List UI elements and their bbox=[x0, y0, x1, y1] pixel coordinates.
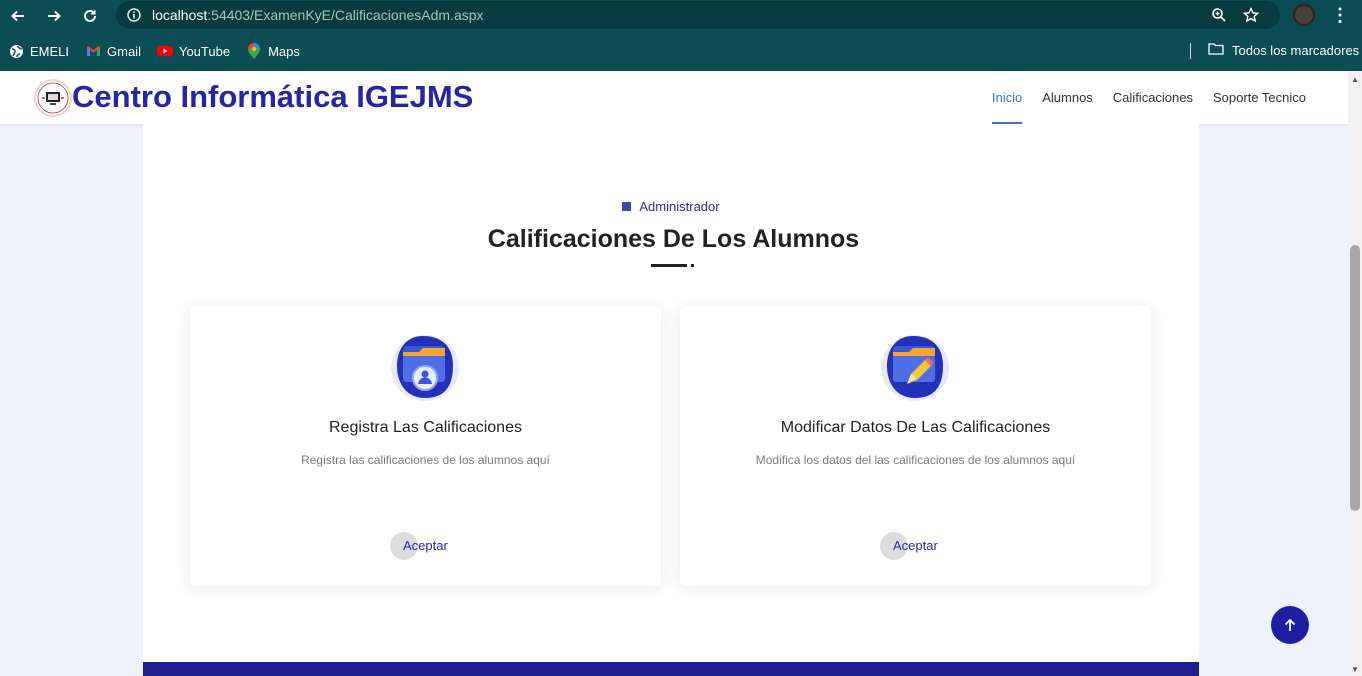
nav-soporte-tecnico[interactable]: Soporte Tecnico bbox=[1213, 71, 1306, 124]
all-bookmarks[interactable]: Todos los marcadores bbox=[1208, 42, 1359, 58]
url-text: localhost:54403/ExamenKyE/Calificaciones… bbox=[152, 7, 484, 23]
menu-kebab-icon[interactable]: ⋮ bbox=[1330, 5, 1350, 25]
bookmark-gmail[interactable]: Gmail bbox=[85, 43, 141, 59]
card-description: Registra las calificaciones de los alumn… bbox=[301, 453, 550, 467]
card-registra-calificaciones: Registra Las Calificaciones Registra las… bbox=[190, 306, 661, 586]
bookmark-youtube[interactable]: YouTube bbox=[156, 43, 230, 59]
address-bar[interactable]: localhost:54403/ExamenKyE/Calificaciones… bbox=[116, 1, 1280, 29]
aceptar-button[interactable]: Aceptar bbox=[880, 532, 938, 560]
card-description: Modifica los datos del las calificacione… bbox=[755, 453, 1076, 467]
square-icon bbox=[622, 202, 632, 212]
folder-edit-icon bbox=[879, 330, 951, 402]
scroll-up-icon[interactable]: ▲ bbox=[1351, 75, 1359, 84]
scroll-thumb[interactable] bbox=[1350, 245, 1360, 511]
title-underline bbox=[651, 264, 687, 267]
maps-icon bbox=[246, 43, 262, 59]
card-title: Modificar Datos De Las Calificaciones bbox=[780, 419, 1051, 436]
bookmark-emeli[interactable]: EMELI bbox=[8, 43, 69, 59]
nav-calificaciones[interactable]: Calificaciones bbox=[1113, 71, 1193, 124]
section-eyebrow: Administrador bbox=[143, 199, 1199, 214]
scroll-down-icon[interactable]: ▼ bbox=[1351, 665, 1359, 674]
youtube-icon bbox=[156, 43, 173, 59]
forward-icon[interactable] bbox=[36, 0, 72, 31]
footer-band bbox=[143, 662, 1199, 676]
profile-avatar[interactable] bbox=[1293, 4, 1315, 26]
site-logo[interactable] bbox=[34, 79, 72, 117]
main-nav: Inicio Alumnos Calificaciones Soporte Te… bbox=[991, 71, 1306, 124]
bookmarks-bar: EMELI Gmail YouTube Maps Todos los marca… bbox=[0, 31, 1362, 71]
folder-icon bbox=[1208, 42, 1224, 58]
bookmark-star-icon[interactable] bbox=[1242, 6, 1260, 24]
arrow-up-icon bbox=[1284, 618, 1296, 631]
bookmarks-divider bbox=[1190, 43, 1191, 59]
bookmark-maps[interactable]: Maps bbox=[246, 43, 300, 59]
zoom-icon[interactable] bbox=[1210, 6, 1228, 24]
site-brand[interactable]: Centro Informática IGEJMS bbox=[72, 79, 473, 115]
back-icon[interactable] bbox=[0, 0, 36, 31]
folder-user-icon bbox=[389, 330, 461, 402]
title-underline-dot bbox=[691, 264, 694, 267]
page-scrollbar[interactable]: ▲ ▼ bbox=[1348, 71, 1362, 676]
globe-icon bbox=[8, 43, 24, 59]
main-section: Administrador Calificaciones De Los Alum… bbox=[143, 124, 1199, 662]
page-viewport: Centro Informática IGEJMS Inicio Alumnos… bbox=[0, 71, 1348, 676]
scroll-to-top-button[interactable] bbox=[1271, 606, 1309, 644]
aceptar-button[interactable]: Aceptar bbox=[390, 532, 448, 560]
site-header: Centro Informática IGEJMS Inicio Alumnos… bbox=[0, 71, 1348, 124]
card-modificar-calificaciones: Modificar Datos De Las Calificaciones Mo… bbox=[680, 306, 1151, 586]
section-title: Calificaciones De Los Alumnos bbox=[487, 225, 860, 253]
gmail-icon bbox=[85, 43, 101, 59]
reload-icon[interactable] bbox=[72, 0, 108, 31]
card-title: Registra Las Calificaciones bbox=[329, 419, 522, 436]
nav-alumnos[interactable]: Alumnos bbox=[1042, 71, 1093, 124]
nav-inicio[interactable]: Inicio bbox=[991, 71, 1023, 124]
site-info-icon[interactable] bbox=[116, 8, 152, 22]
browser-toolbar: localhost:54403/ExamenKyE/Calificaciones… bbox=[0, 0, 1362, 31]
